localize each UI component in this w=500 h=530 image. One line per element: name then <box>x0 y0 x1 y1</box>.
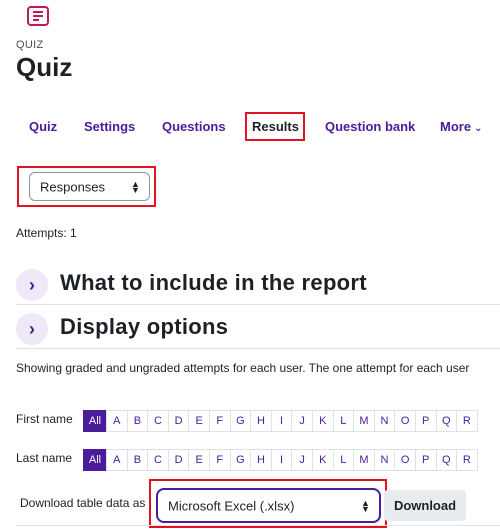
initial-letter[interactable]: H <box>250 449 272 471</box>
initial-all[interactable]: All <box>83 410 107 432</box>
page-kicker: QUIZ <box>16 39 44 51</box>
initial-letter[interactable]: G <box>229 410 252 432</box>
initial-letter[interactable]: F <box>208 410 231 432</box>
initial-letter[interactable]: J <box>291 449 313 471</box>
initial-letter[interactable]: P <box>414 410 437 432</box>
initial-letter[interactable]: H <box>250 410 272 432</box>
initial-letter[interactable]: J <box>291 410 313 432</box>
lastname-letters: All A B C D E F G H I J K L M N O P Q R <box>83 449 478 471</box>
report-type-value: Responses <box>40 179 106 194</box>
initial-letter[interactable]: I <box>270 449 293 471</box>
initial-letter[interactable]: O <box>394 449 416 471</box>
download-format-select[interactable]: Microsoft Excel (.xlsx) ▲ ▼ <box>156 488 381 523</box>
tab-questions[interactable]: Questions <box>162 119 226 134</box>
initial-letter[interactable]: L <box>332 449 355 471</box>
initial-letter[interactable]: N <box>373 410 396 432</box>
download-format-value: Microsoft Excel (.xlsx) <box>168 498 295 513</box>
tab-more-label: More <box>440 119 472 134</box>
initial-letter[interactable]: O <box>394 410 416 432</box>
tab-question-bank[interactable]: Question bank <box>325 119 415 134</box>
lastname-initials-bar: Last name All A B C D E F G H I J K L M … <box>16 449 500 471</box>
chevron-right-icon[interactable]: › <box>16 269 48 301</box>
initial-letter[interactable]: E <box>188 449 210 471</box>
initial-letter[interactable]: B <box>126 410 149 432</box>
firstname-letters: All A B C D E F G H I J K L M N O P Q R <box>83 410 478 432</box>
initial-letter[interactable]: P <box>414 449 437 471</box>
firstname-initials-bar: First name All A B C D E F G H I J K L M… <box>16 410 500 432</box>
initial-letter[interactable]: E <box>188 410 210 432</box>
tab-quiz[interactable]: Quiz <box>29 119 57 134</box>
initial-letter[interactable]: D <box>167 449 190 471</box>
section-divider <box>16 304 500 305</box>
attempts-info-text: Showing graded and ungraded attempts for… <box>16 361 470 375</box>
initial-letter[interactable]: F <box>208 449 231 471</box>
initial-letter[interactable]: Q <box>435 410 458 432</box>
report-type-select[interactable]: Responses ▲ ▼ <box>29 172 150 201</box>
download-label: Download table data as <box>20 496 146 510</box>
attempts-count: Attempts: 1 <box>16 226 77 240</box>
initial-letter[interactable]: R <box>456 449 478 471</box>
initial-letter[interactable]: C <box>147 410 169 432</box>
initial-letter[interactable]: I <box>270 410 293 432</box>
initial-letter[interactable]: N <box>373 449 396 471</box>
firstname-label: First name <box>16 412 73 426</box>
sort-arrows-icon: ▲ ▼ <box>131 178 140 195</box>
section-display-options[interactable]: › Display options <box>16 312 500 346</box>
initial-letter[interactable]: L <box>332 410 355 432</box>
initial-letter[interactable]: M <box>353 410 375 432</box>
download-button[interactable]: Download <box>384 490 466 521</box>
page-title: Quiz <box>16 52 73 82</box>
initial-letter[interactable]: G <box>229 449 252 471</box>
quiz-icon <box>27 6 49 26</box>
initial-letter[interactable]: R <box>456 410 478 432</box>
initial-all[interactable]: All <box>83 449 107 471</box>
sort-arrows-icon: ▲ ▼ <box>361 497 370 514</box>
initial-letter[interactable]: C <box>147 449 169 471</box>
results-highlight <box>245 112 305 141</box>
lastname-label: Last name <box>16 451 73 465</box>
initial-letter[interactable]: A <box>106 449 128 471</box>
initial-letter[interactable]: B <box>126 449 149 471</box>
tab-settings[interactable]: Settings <box>84 119 135 134</box>
initial-letter[interactable]: K <box>311 410 334 432</box>
tab-more[interactable]: More ⌄ <box>440 119 482 134</box>
initial-letter[interactable]: Q <box>435 449 458 471</box>
section-divider <box>16 348 500 349</box>
chevron-down-icon: ⌄ <box>474 123 483 134</box>
initial-letter[interactable]: A <box>106 410 128 432</box>
chevron-right-icon[interactable]: › <box>16 313 48 345</box>
initial-letter[interactable]: K <box>311 449 334 471</box>
section-what-to-include[interactable]: › What to include in the report <box>16 268 500 302</box>
initial-letter[interactable]: M <box>353 449 375 471</box>
section-include-heading: What to include in the report <box>60 270 367 295</box>
bottom-divider <box>16 525 500 526</box>
section-display-heading: Display options <box>60 314 229 339</box>
initial-letter[interactable]: D <box>167 410 190 432</box>
